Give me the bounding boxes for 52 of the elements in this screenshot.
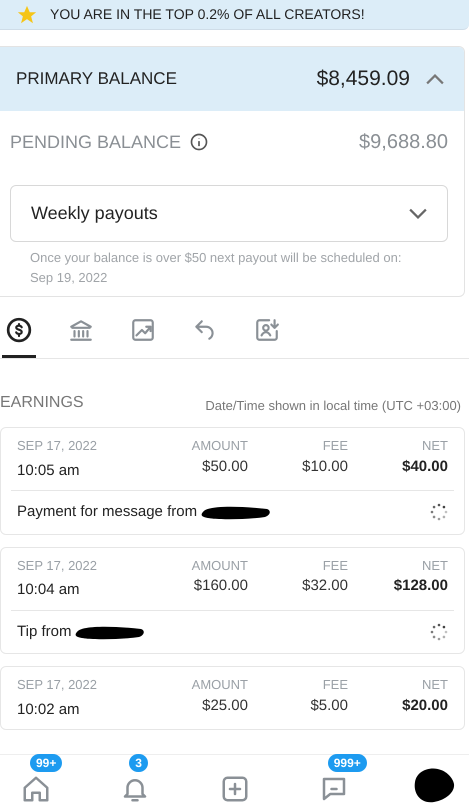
- column-label: FEE: [322, 437, 348, 455]
- transaction-card[interactable]: SEP 17, 2022 10:05 am AMOUNT $50.00 FEE $10.00 NET $40.00 Payment for message from: [0, 427, 465, 534]
- pending-balance-amount: $9,688.80: [359, 130, 448, 155]
- column-label: AMOUNT: [192, 437, 248, 455]
- count-badge: 999+: [328, 754, 367, 772]
- transaction-time: 10:04 am: [17, 580, 81, 600]
- star-icon: [16, 4, 38, 26]
- info-icon[interactable]: [189, 132, 210, 152]
- transaction-description: Tip from: [17, 622, 72, 642]
- chart-icon: [130, 317, 156, 343]
- dollar-icon: [6, 317, 32, 343]
- count-badge: 99+: [30, 754, 62, 772]
- transaction-net: $128.00: [394, 576, 448, 596]
- column-label: AMOUNT: [192, 676, 248, 694]
- column-label: AMOUNT: [192, 556, 248, 574]
- transaction-amount: $160.00: [194, 576, 248, 596]
- transaction-net: $20.00: [402, 696, 448, 716]
- transaction-time: 10:05 am: [17, 460, 81, 480]
- transaction-date: SEP 17, 2022: [17, 437, 98, 455]
- transaction-amount: $25.00: [202, 696, 248, 716]
- section-title: EARNINGS: [0, 393, 84, 413]
- chevron-down-icon: [409, 208, 427, 219]
- transaction-time: 10:02 am: [17, 700, 81, 720]
- transaction-date: SEP 17, 2022: [17, 676, 98, 694]
- transaction-fee: $32.00: [302, 576, 348, 596]
- loading-icon: [430, 622, 448, 641]
- column-label: NET: [422, 676, 448, 694]
- transaction-fee: $10.00: [302, 456, 348, 476]
- person-document-icon: [254, 317, 280, 343]
- column-label: NET: [422, 437, 448, 455]
- column-label: FEE: [322, 556, 348, 574]
- transaction-fee: $5.00: [310, 696, 348, 716]
- transaction-description: Payment for message from: [17, 502, 198, 522]
- primary-balance-label: PRIMARY BALANCE: [16, 68, 178, 90]
- banner-text: YOU ARE IN THE TOP 0.2% OF ALL CREATORS!: [50, 5, 365, 24]
- primary-balance-header[interactable]: PRIMARY BALANCE $8,459.09: [0, 47, 464, 111]
- transaction-date: SEP 17, 2022: [17, 556, 98, 574]
- pending-balance-label: PENDING BALANCE: [10, 130, 182, 154]
- count-badge: 3: [129, 754, 148, 772]
- transaction-net: $40.00: [402, 456, 448, 476]
- transaction-card[interactable]: SEP 17, 2022 10:04 am AMOUNT $160.00 FEE $32.00 NET $128.00 Tip from: [0, 546, 465, 654]
- column-label: FEE: [322, 676, 348, 694]
- home-icon: [21, 774, 51, 804]
- column-label: NET: [422, 556, 448, 574]
- payout-hint: Once your balance is over $50 next payout will be scheduled on: Sep 19, 2022: [29, 249, 402, 287]
- transaction-amount: $50.00: [202, 456, 248, 476]
- payout-select[interactable]: Weekly payouts: [10, 185, 448, 242]
- transaction-card[interactable]: SEP 17, 2022 10:02 am AMOUNT $25.00 FEE $5.00 NET $20.00: [0, 666, 465, 730]
- timezone-note: Date/Time shown in local time (UTC +03:00): [205, 396, 461, 415]
- add-icon: [220, 774, 250, 804]
- loading-icon: [430, 503, 448, 522]
- primary-balance-amount: $8,459.09: [316, 66, 410, 92]
